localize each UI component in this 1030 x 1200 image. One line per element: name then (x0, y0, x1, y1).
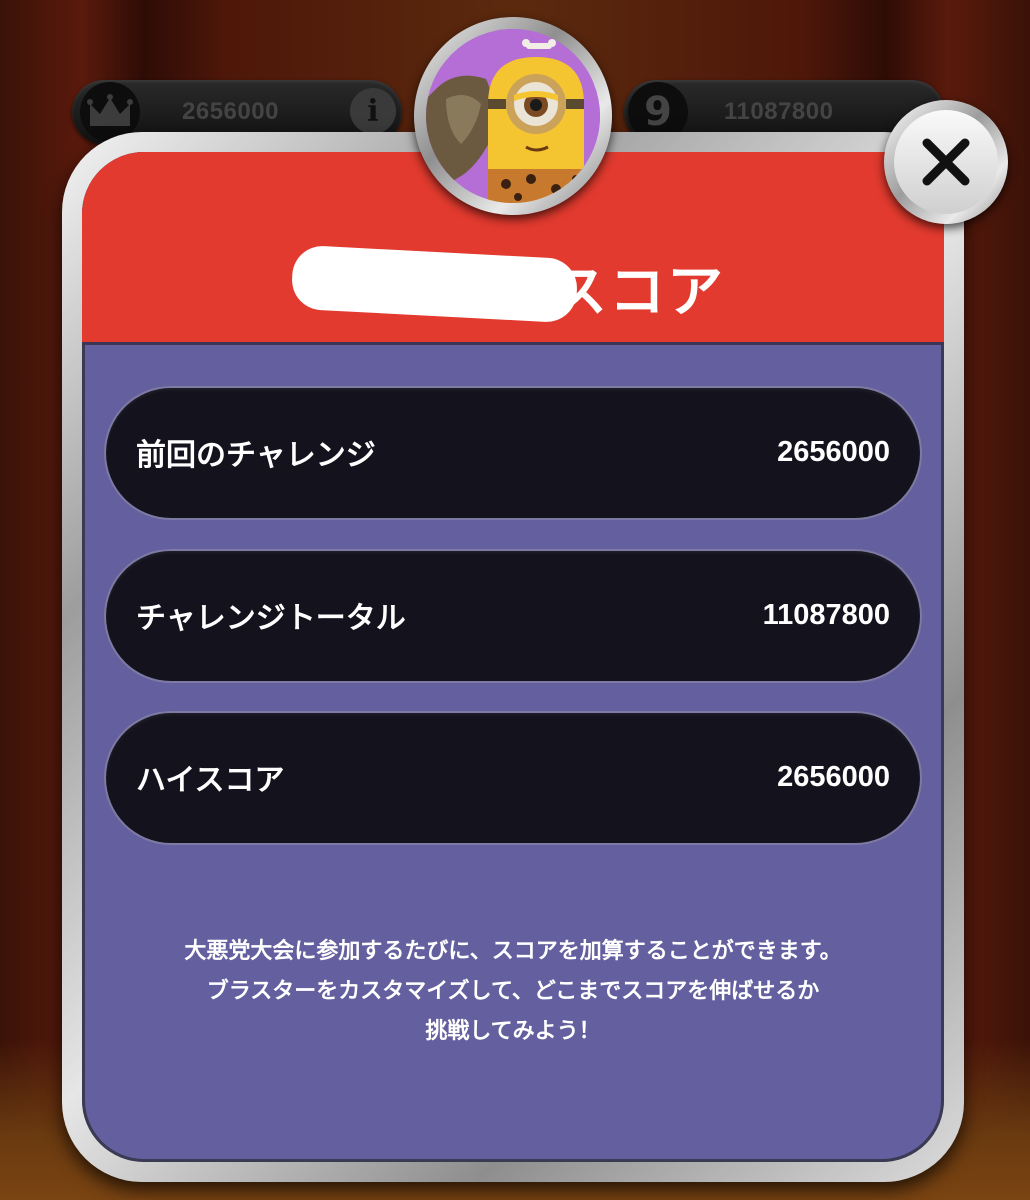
row-label: ハイスコア (136, 763, 285, 798)
description-line: 挑戦してみよう！ (425, 1019, 601, 1044)
info-glyph: i (367, 93, 379, 129)
score-row-challenge-total: チャレンジトータル 11087800 (106, 551, 920, 681)
row-label: チャレンジトータル (136, 601, 406, 636)
description-line: ブラスターをカスタマイズして、どこまでスコアを伸ばせるか (206, 979, 820, 1004)
row-label: 前回のチャレンジ (136, 438, 376, 473)
dialog-panel: スコア 前回のチャレンジ 2656000 チャレンジトータル 11087800 … (82, 152, 944, 1162)
row-value: 11087800 (762, 599, 890, 631)
row-value: 2656000 (777, 436, 890, 468)
high-score-value: 2656000 (182, 98, 279, 125)
score-row-high-score: ハイスコア 2656000 (106, 713, 920, 843)
total-score-value: 11087800 (724, 98, 834, 125)
description-line: 大悪党大会に参加するたびに、スコアを加算することができます。 (184, 939, 842, 964)
description-text: 大悪党大会に参加するたびに、スコアを加算することができます。 ブラスターをカスタ… (82, 932, 944, 1052)
row-value: 2656000 (777, 761, 890, 793)
close-icon (894, 110, 998, 214)
dialog-title-text: スコア (551, 260, 725, 325)
minion-avatar (414, 17, 612, 215)
info-icon[interactable]: i (350, 88, 396, 134)
close-button[interactable] (884, 100, 1008, 224)
avatar-portrait (426, 29, 600, 203)
score-row-last-challenge: 前回のチャレンジ 2656000 (106, 388, 920, 518)
score-dialog: スコア 前回のチャレンジ 2656000 チャレンジトータル 11087800 … (62, 132, 964, 1182)
round-number: 9 (644, 89, 672, 135)
